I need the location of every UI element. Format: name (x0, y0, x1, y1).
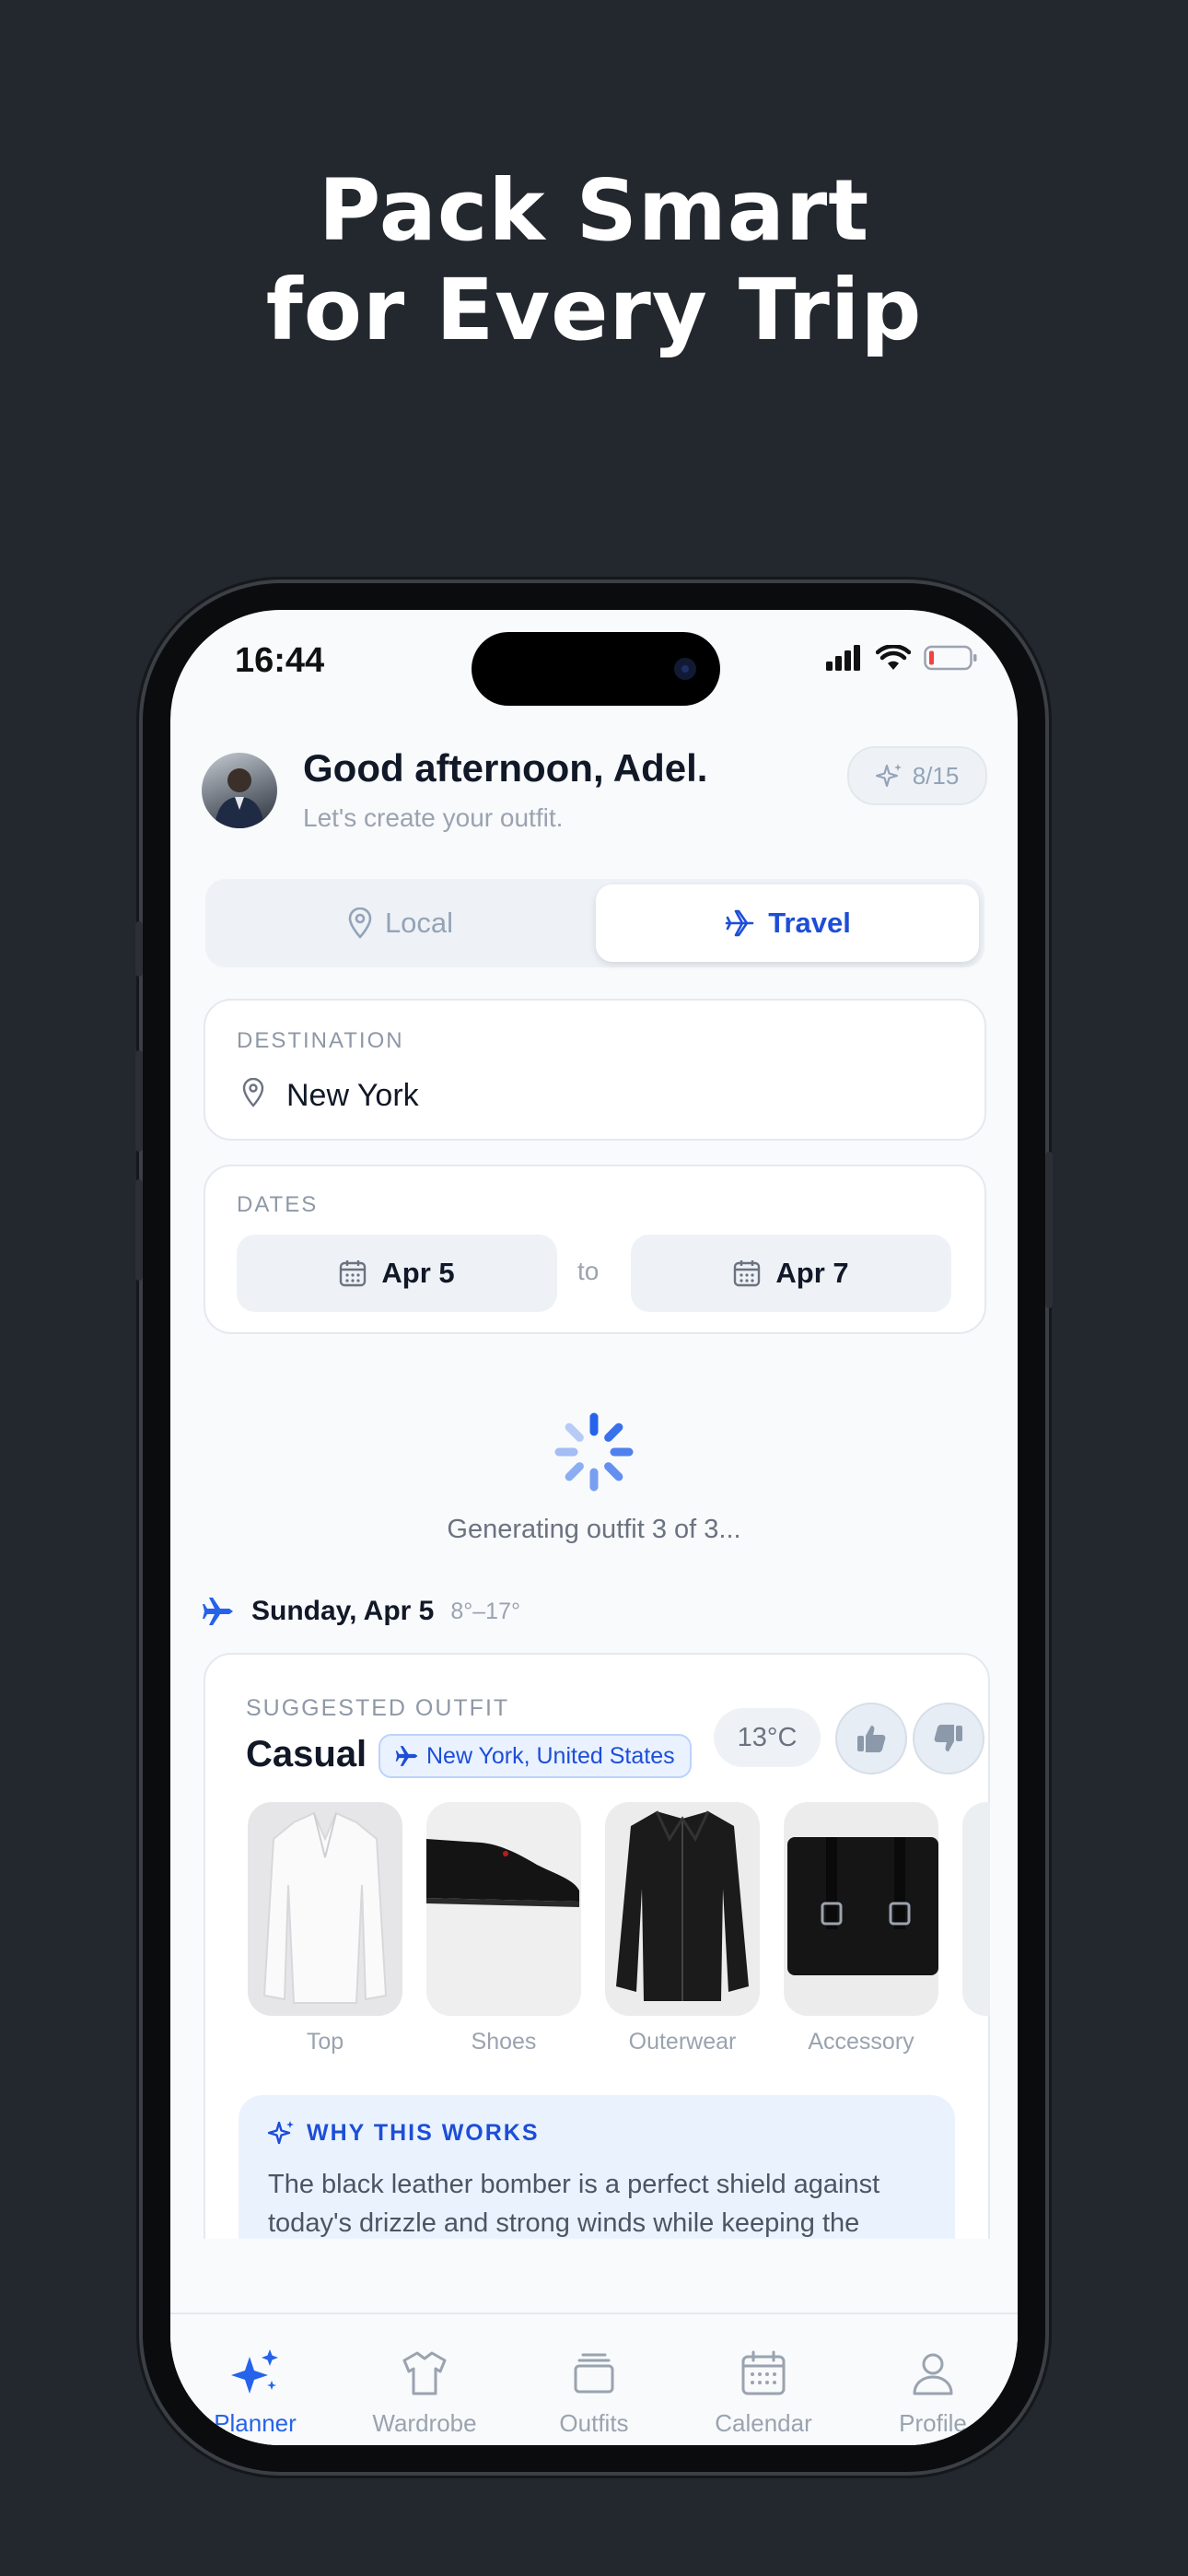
person-icon (913, 2353, 953, 2395)
tab-planner-label: Planner (214, 2409, 297, 2437)
item-caption: Top (306, 2029, 344, 2055)
loading-spinner-icon (554, 1412, 634, 1492)
outfit-style: Casual (246, 1734, 367, 1774)
phone-screen: 16:44 Good afternoon, Adel. Let's create… (170, 610, 1018, 2445)
thumbs-down-icon (934, 1725, 962, 1751)
suggested-outfit-label: SUGGESTED OUTFIT (246, 1695, 510, 1721)
tab-outfits[interactable]: Outfits (509, 2348, 679, 2438)
wifi-icon (876, 645, 911, 670)
sparkles-icon (231, 2349, 278, 2394)
sparkle-icon (875, 764, 902, 788)
thumbs-up-icon (857, 1726, 886, 1752)
tab-wardrobe-label: Wardrobe (372, 2409, 477, 2437)
airplane-icon (395, 1746, 418, 1766)
accessory-image (784, 1802, 938, 2016)
destination-value: New York (286, 1078, 419, 1113)
tab-travel[interactable]: Travel (596, 884, 979, 962)
outfit-item-accessory[interactable]: Accessory (784, 1802, 938, 2055)
dates-label: DATES (237, 1192, 319, 1217)
location-badge-text: New York, United States (426, 1742, 675, 1769)
item-caption: Shoes (471, 2029, 537, 2055)
location-pin-icon (242, 1078, 264, 1107)
calendar-icon (340, 1260, 367, 1287)
airplane-icon (203, 1598, 233, 1625)
sparkles-icon (268, 2121, 294, 2145)
calendar-icon (734, 1260, 761, 1287)
content-fade (170, 2239, 1018, 2313)
day-temperature-range: 8°–17° (450, 1598, 520, 1624)
shoes-image (426, 1802, 581, 2016)
tab-profile-label: Profile (899, 2409, 967, 2437)
end-date-value: Apr 7 (775, 1257, 849, 1289)
tab-calendar[interactable]: Calendar (679, 2348, 848, 2438)
outfit-item-outerwear[interactable]: Outerwear (605, 1802, 760, 2055)
status-icons (826, 645, 977, 671)
temperature-badge: 13°C (714, 1708, 821, 1767)
mute-switch (135, 921, 143, 977)
thumbs-down-button[interactable] (913, 1703, 984, 1774)
tab-planner[interactable]: Planner (170, 2348, 340, 2438)
tab-local[interactable]: Local (209, 884, 592, 962)
why-title: WHY THIS WORKS (268, 2119, 540, 2147)
location-badge: New York, United States (379, 1734, 692, 1778)
start-date-value: Apr 5 (381, 1257, 455, 1289)
destination-label: DESTINATION (237, 1028, 404, 1053)
destination-card[interactable]: DESTINATION New York (204, 999, 986, 1141)
mode-toggle: Local Travel (205, 879, 984, 967)
why-description: The black leather bomber is a perfect sh… (268, 2170, 880, 2238)
tab-wardrobe[interactable]: Wardrobe (340, 2348, 509, 2438)
start-date-picker[interactable]: Apr 5 (237, 1235, 557, 1312)
airplane-icon (725, 909, 754, 937)
volume-down-button (135, 1179, 143, 1281)
battery-icon (924, 645, 977, 671)
location-pin-icon (348, 907, 372, 939)
outfit-item-top[interactable]: Top (248, 1802, 402, 2055)
day-header: Sunday, Apr 5 8°–17° (202, 1596, 520, 1627)
outerwear-image (605, 1802, 760, 2016)
credits-badge[interactable]: 8/15 (847, 746, 987, 805)
promo-headline: Pack Smart for Every Trip (0, 161, 1188, 360)
greeting-subtitle: Let's create your outfit. (303, 803, 564, 832)
tab-outfits-label: Outfits (559, 2409, 629, 2437)
day-title: Sunday, Apr 5 (251, 1596, 435, 1626)
headline-line-1: Pack Smart (318, 161, 870, 260)
thumbs-up-button[interactable] (835, 1703, 907, 1774)
item-caption: Outerwear (628, 2029, 737, 2055)
tab-local-label: Local (384, 907, 454, 939)
greeting-title: Good afternoon, Adel. (303, 746, 708, 790)
item-caption: Accessory (808, 2029, 914, 2055)
tshirt-icon (402, 2351, 447, 2395)
status-time: 16:44 (235, 641, 325, 680)
tab-profile[interactable]: Profile (848, 2348, 1018, 2438)
credits-count: 8/15 (912, 761, 960, 790)
outfit-item-shoes[interactable]: Shoes (426, 1802, 581, 2055)
top-image (248, 1802, 402, 2016)
headline-line-2: for Every Trip (265, 261, 923, 359)
power-button (1045, 1152, 1053, 1308)
outfit-item-more[interactable] (962, 1802, 990, 2016)
dates-separator: to (577, 1257, 600, 1285)
bottom-tab-bar: Planner Wardrobe Outfits Calendar Profil… (170, 2313, 1018, 2445)
volume-up-button (135, 1050, 143, 1152)
signal-icon (826, 645, 860, 671)
why-title-text: WHY THIS WORKS (307, 2119, 540, 2146)
stack-icon (574, 2353, 614, 2394)
dates-card: DATES Apr 5 to Apr 7 (204, 1165, 986, 1334)
calendar-icon (741, 2350, 786, 2395)
end-date-picker[interactable]: Apr 7 (631, 1235, 951, 1312)
dynamic-island (472, 632, 720, 706)
tab-travel-label: Travel (768, 907, 851, 939)
tab-calendar-label: Calendar (715, 2409, 812, 2437)
loading-status: Generating outfit 3 of 3... (447, 1515, 741, 1544)
avatar[interactable] (202, 753, 277, 828)
